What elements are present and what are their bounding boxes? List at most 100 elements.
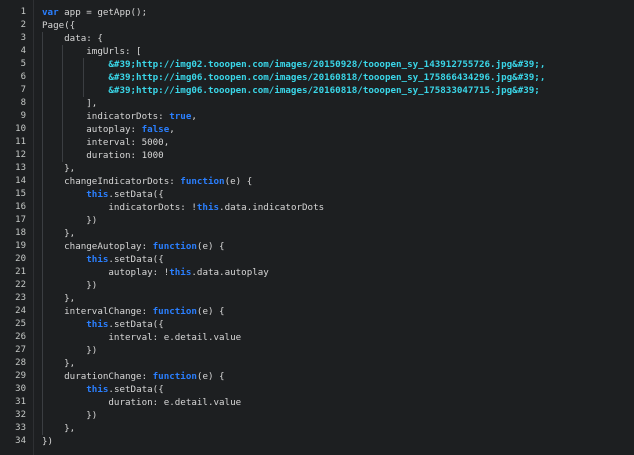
line-number: 18 [15, 228, 26, 238]
code-token: }) [42, 436, 54, 447]
line-number: 30 [15, 384, 26, 394]
line-number: 24 [15, 306, 26, 316]
code-token: ], [42, 98, 98, 109]
keyword-token: function [180, 176, 225, 187]
string-token: &#39;http://img06.tooopen.com/images/201… [108, 85, 540, 96]
code-line: }) [42, 409, 97, 422]
line-number: 1 [20, 7, 26, 17]
code-line: durationChange: function(e) { [42, 370, 225, 383]
code-token: changeIndicatorDots: [42, 176, 181, 187]
code-line: }, [42, 292, 75, 305]
code-token: }) [42, 215, 98, 226]
code-line: }) [42, 344, 97, 357]
string-token: &#39;http://img06.tooopen.com/images/201… [108, 72, 546, 83]
line-number: 31 [15, 397, 26, 407]
line-number: 15 [15, 189, 26, 199]
line-number: 7 [20, 85, 26, 95]
line-number: 4 [20, 46, 26, 56]
code-token: }, [42, 163, 76, 174]
code-token: (e) { [196, 371, 225, 382]
line-number: 21 [15, 267, 26, 277]
code-token: app = getApp(); [58, 7, 148, 18]
code-line: }) [42, 214, 97, 227]
code-token: interval: e.detail.value [42, 332, 242, 343]
code-token: indicatorDots: [42, 111, 170, 122]
code-token: (e) { [196, 306, 225, 317]
code-line: indicatorDots: !this.data.indicatorDots [42, 201, 324, 214]
keyword-token: false [141, 124, 170, 135]
keyword-token: function [152, 371, 197, 382]
line-number: 26 [15, 332, 26, 342]
code-line: duration: 1000 [42, 149, 163, 162]
code-token: , [191, 111, 197, 122]
code-line: }, [42, 162, 75, 175]
line-number: 29 [15, 371, 26, 381]
line-number: 12 [15, 150, 26, 160]
line-number: 19 [15, 241, 26, 251]
line-number: 2 [20, 20, 26, 30]
line-number-gutter: 1 2 3 4 5 6 7 8 9 10 11 12 13 14 15 16 17 18 19 20 21 22 23 24 2… [0, 0, 34, 455]
code-token: }, [42, 228, 76, 239]
code-token: , [169, 124, 175, 135]
code-line: this.setData({ [42, 383, 164, 396]
code-token: autoplay: ! [42, 267, 170, 278]
line-number: 10 [15, 124, 26, 134]
code-token: .setData({ [108, 384, 164, 395]
code-token: interval: 5000, [42, 137, 170, 148]
keyword-token: this [86, 254, 109, 265]
code-area[interactable]: var app = getApp(); Page({ data: { imgUrl… [34, 0, 634, 455]
code-token: }, [42, 293, 76, 304]
line-number: 22 [15, 280, 26, 290]
keyword-token: this [86, 319, 109, 330]
code-line: }) [42, 435, 53, 448]
string-token: &#39;http://img02.tooopen.com/images/201… [108, 59, 546, 70]
code-line: &#39;http://img02.tooopen.com/images/201… [42, 58, 545, 71]
code-editor[interactable]: 1 2 3 4 5 6 7 8 9 10 11 12 13 14 15 16 17 18 19 20 21 22 23 24 2… [0, 0, 634, 455]
code-line: Page({ [42, 19, 75, 32]
code-token: data: { [42, 33, 103, 44]
code-line: autoplay: !this.data.autoplay [42, 266, 269, 279]
keyword-token: var [42, 7, 59, 18]
code-token: durationChange: [42, 371, 153, 382]
keyword-token: true [169, 111, 192, 122]
code-token: imgUrls: [ [42, 46, 142, 57]
line-number: 5 [20, 59, 26, 69]
keyword-token: this [86, 384, 109, 395]
code-token: .data.indicatorDots [219, 202, 325, 213]
keyword-token: function [152, 241, 197, 252]
code-line: this.setData({ [42, 253, 164, 266]
code-line: &#39;http://img06.tooopen.com/images/201… [42, 71, 545, 84]
code-line: ], [42, 97, 97, 110]
code-token: }, [42, 358, 76, 369]
line-number: 3 [20, 33, 26, 43]
keyword-token: this [196, 202, 220, 213]
code-line: }, [42, 422, 75, 435]
code-line: this.setData({ [42, 188, 164, 201]
code-line: indicatorDots: true, [42, 110, 197, 123]
code-line: }, [42, 227, 75, 240]
line-number: 33 [15, 423, 26, 433]
code-token: }) [42, 410, 98, 421]
line-number: 6 [20, 72, 26, 82]
code-line: interval: 5000, [42, 136, 169, 149]
code-token: indicatorDots: ! [42, 202, 197, 213]
code-token: changeAutoplay: [42, 241, 153, 252]
code-token: .setData({ [108, 254, 164, 265]
code-line: this.setData({ [42, 318, 163, 331]
line-number: 28 [15, 358, 26, 368]
keyword-token: this [86, 189, 109, 200]
line-number: 14 [15, 176, 26, 186]
code-line: }, [42, 357, 75, 370]
code-line: var app = getApp(); [42, 6, 147, 19]
code-token: .data.autoplay [191, 267, 269, 278]
keyword-token: this [169, 267, 192, 278]
code-token: .setData({ [108, 189, 164, 200]
line-number: 13 [15, 163, 26, 173]
line-number: 20 [15, 254, 26, 264]
code-token: duration: e.detail.value [42, 397, 242, 408]
